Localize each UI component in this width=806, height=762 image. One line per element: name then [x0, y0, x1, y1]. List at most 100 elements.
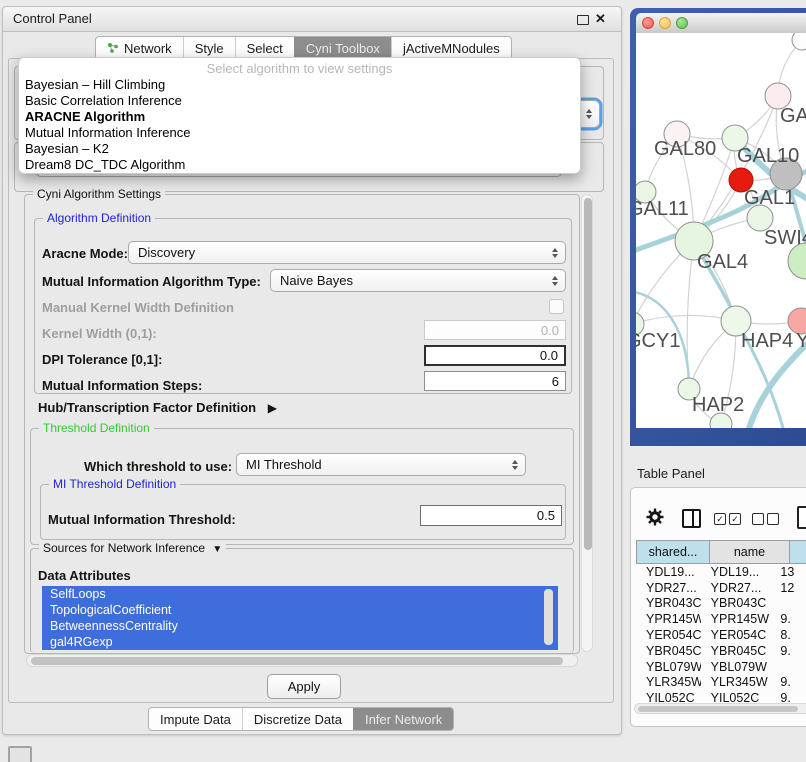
node-label: GAL4 [697, 251, 748, 273]
table-row[interactable]: YBL079WYBL079W [636, 659, 806, 675]
mi-threshold-label: Mutual Information Threshold: [48, 512, 236, 527]
checked-box-icon: ✓ [729, 513, 741, 525]
tab-impute-data[interactable]: Impute Data [149, 708, 242, 730]
network-icon [107, 42, 119, 54]
combo-arrows-icon [586, 109, 592, 119]
dropdown-item[interactable]: Bayesian – K2 [19, 141, 580, 157]
tab-discretize-data[interactable]: Discretize Data [242, 708, 353, 730]
dropdown-item[interactable]: Mutual Information Inference [19, 125, 580, 141]
table-row[interactable]: YBR043CYBR043C [636, 596, 806, 612]
aracne-mode-value: Discovery [138, 245, 195, 260]
dpi-tolerance-label: DPI Tolerance [0,1]: [42, 352, 162, 367]
manual-kernel-checkbox[interactable] [549, 299, 564, 314]
gear-icon[interactable] [646, 508, 664, 526]
table-row[interactable]: YIL052CYIL052C9. [636, 690, 806, 702]
table-row[interactable]: YDL19...YDL19...13 [636, 564, 806, 580]
minimized-panel-icon[interactable] [8, 746, 32, 762]
dropdown-item[interactable]: ARACNE Algorithm [19, 109, 580, 125]
dropdown-item[interactable]: Bayesian – Hill Climbing [19, 77, 580, 93]
document-icon[interactable] [797, 506, 806, 529]
table-row[interactable]: YBR045CYBR045C9. [636, 643, 806, 659]
data-attributes-list[interactable]: SelfLoopsTopologicalCoefficientBetweenne… [42, 586, 558, 650]
dropdown-item[interactable]: Basic Correlation Inference [19, 93, 580, 109]
kernel-width-field[interactable]: 0.0 [424, 320, 566, 340]
mi-steps-value: 6 [552, 374, 559, 389]
settings-vertical-scrollbar[interactable] [581, 194, 593, 652]
close-traffic-light[interactable] [642, 17, 654, 29]
column-header[interactable]: shared... [636, 540, 710, 564]
sources-title[interactable]: Sources for Network Inference ▼ [39, 541, 226, 555]
table-cell: YLR345W [701, 675, 771, 689]
which-threshold-combobox[interactable]: MI Threshold [236, 453, 526, 476]
cyni-bottom-tabbar: Impute DataDiscretize DataInfer Network [148, 707, 454, 731]
table-row[interactable]: YLR345WYLR345W9. [636, 675, 806, 691]
hub-definition-label: Hub/Transcription Factor Definition [38, 400, 256, 415]
tab-jactivemnodules[interactable]: jActiveMNodules [391, 37, 511, 59]
network-window-titlebar[interactable] [636, 13, 806, 34]
attribute-item[interactable]: SelfLoops [42, 586, 558, 602]
aracne-mode-combobox[interactable]: Discovery [128, 241, 566, 264]
scrollbar-thumb[interactable] [31, 657, 563, 665]
tab-infer-network[interactable]: Infer Network [353, 708, 453, 730]
sources-title-text: Sources for Network Inference [43, 541, 205, 555]
network-node[interactable] [792, 33, 806, 50]
column-header[interactable]: name [710, 540, 790, 564]
tab-cyni-toolbox[interactable]: Cyni Toolbox [294, 37, 391, 59]
mi-steps-label: Mutual Information Steps: [42, 378, 202, 393]
table-row[interactable]: YER054CYER054C8. [636, 627, 806, 643]
float-window-icon[interactable] [577, 15, 589, 25]
collapse-arrow-icon: ▼ [212, 544, 222, 555]
table-cell: YPR145W [701, 612, 771, 626]
tab-select[interactable]: Select [235, 37, 294, 59]
table-cell: YPR145W [636, 612, 701, 626]
control-panel-titlebar[interactable]: Control Panel ✕ [3, 7, 621, 32]
table-cell: YDR27... [636, 581, 701, 595]
kernel-width-value: 0.0 [541, 323, 559, 338]
column-header[interactable] [790, 540, 806, 564]
attribute-list-scrollbar[interactable] [544, 589, 553, 645]
node-label: Y [796, 330, 806, 352]
which-threshold-label: Which threshold to use: [84, 459, 232, 474]
kernel-width-label: Kernel Width (0,1): [42, 326, 157, 341]
attribute-item[interactable]: gal4RGexp [42, 634, 558, 650]
select-all-checks-icon[interactable]: ✓ ✓ [714, 513, 744, 525]
table-row[interactable]: YDR27...YDR27...12 [636, 580, 806, 596]
attribute-item[interactable]: TopologicalCoefficient [42, 602, 558, 618]
dropdown-item[interactable]: Dream8 DC_TDC Algorithm [19, 157, 580, 173]
apply-button-label: Apply [288, 679, 321, 694]
scrollbar-thumb[interactable] [584, 198, 592, 550]
minimize-traffic-light[interactable] [659, 17, 671, 29]
mi-steps-field[interactable]: 6 [424, 371, 566, 391]
attribute-item[interactable]: BetweennessCentrality [42, 618, 558, 634]
hub-definition-expander[interactable]: Hub/Transcription Factor Definition ▶ [38, 400, 277, 415]
mi-threshold-title: MI Threshold Definition [49, 477, 180, 491]
settings-horizontal-scrollbar[interactable] [26, 654, 578, 667]
table-cell: 13 [770, 565, 806, 579]
tab-style[interactable]: Style [183, 37, 235, 59]
scrollbar-thumb[interactable] [638, 706, 798, 712]
deselect-all-checks-icon[interactable] [752, 513, 782, 525]
node-label: HAP4 [741, 330, 793, 352]
combo-arrows-icon [512, 460, 518, 470]
table-cell: YIL052C [701, 691, 771, 702]
screen: Control Panel ✕ NetworkStyleSelectCyni T… [0, 0, 806, 762]
dpi-tolerance-field[interactable]: 0.0 [424, 345, 566, 366]
table-header: shared...name [636, 540, 806, 564]
table-cell: YER054C [701, 628, 771, 642]
tab-label: jActiveMNodules [403, 41, 500, 56]
close-icon[interactable]: ✕ [595, 11, 606, 27]
network-view-canvas[interactable]: GALGAL80GAL10GAL1GAL11SWI4GAL4GCY1HAP4YH… [636, 33, 806, 428]
table-cell: 8. [770, 628, 806, 642]
tab-network[interactable]: Network [96, 37, 183, 59]
apply-button[interactable]: Apply [267, 674, 341, 699]
mi-threshold-field[interactable]: 0.5 [420, 505, 562, 526]
mi-type-combobox[interactable]: Naive Bayes [270, 269, 566, 292]
table-cell: 9. [770, 675, 806, 689]
table-cell: YBR043C [701, 596, 771, 610]
split-columns-icon[interactable] [682, 509, 701, 528]
table-rows: YDL19...YDL19...13YDR27...YDR27...12YBR0… [636, 564, 806, 702]
node-label: GAL80 [654, 138, 716, 160]
table-row[interactable]: YPR145WYPR145W9. [636, 611, 806, 627]
table-horizontal-scrollbar[interactable] [634, 703, 806, 714]
zoom-traffic-light[interactable] [676, 17, 688, 29]
